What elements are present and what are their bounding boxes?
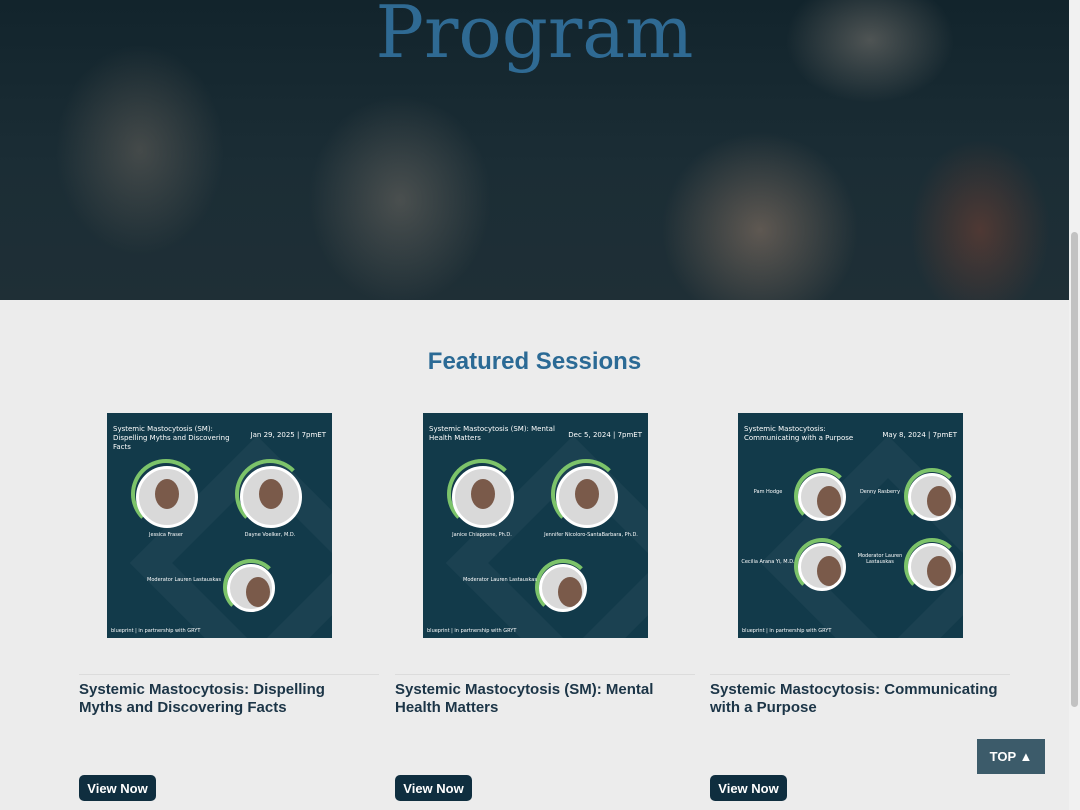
scrollbar-thumb[interactable] xyxy=(1071,232,1078,707)
session-title[interactable]: Systemic Mastocytosis: Communicating wit… xyxy=(710,681,1000,717)
session-card: Systemic Mastocytosis (SM): Mental Healt… xyxy=(395,413,695,810)
moderator-photo xyxy=(908,543,956,591)
thumbnail-footer: blueprint | in partnership with GRYT xyxy=(427,628,517,634)
session-title[interactable]: Systemic Mastocytosis (SM): Mental Healt… xyxy=(395,681,685,717)
thumbnail-title: Systemic Mastocytosis (SM): Dispelling M… xyxy=(113,425,230,451)
view-now-button[interactable]: View Now xyxy=(79,775,156,801)
speaker-photo xyxy=(908,473,956,521)
thumbnail-footer: blueprint | in partnership with GRYT xyxy=(742,628,832,634)
back-to-top-button[interactable]: TOP ▲ xyxy=(977,739,1045,774)
session-card: Systemic Mastocytosis: Communicating wit… xyxy=(710,413,1010,810)
thumbnail-title: Systemic Mastocytosis (SM): Mental Healt… xyxy=(429,425,555,442)
thumbnail-footer: blueprint | in partnership with GRYT xyxy=(111,628,201,634)
featured-sessions-heading: Featured Sessions xyxy=(427,348,642,375)
speaker-name: Jessica Fraser xyxy=(149,532,183,538)
session-thumbnail[interactable]: Systemic Mastocytosis (SM): Mental Healt… xyxy=(423,413,648,638)
divider xyxy=(79,674,379,675)
speaker-photo xyxy=(798,543,846,591)
moderator-photo xyxy=(539,564,587,612)
moderator-name: Moderator Lauren Lastauskas xyxy=(147,577,221,583)
speaker-name: Janice Chiappone, Ph.D. xyxy=(452,532,512,538)
thumbnail-title: Systemic Mastocytosis: Communicating wit… xyxy=(744,425,854,442)
session-card: Systemic Mastocytosis (SM): Dispelling M… xyxy=(79,413,379,810)
speaker-photo xyxy=(798,473,846,521)
speaker-name: Pam Hodge xyxy=(753,489,783,495)
view-now-button[interactable]: View Now xyxy=(710,775,787,801)
view-now-button[interactable]: View Now xyxy=(395,775,472,801)
speaker-name: Denny Rasberry xyxy=(859,489,901,495)
hero-banner: Program xyxy=(0,0,1069,300)
thumbnail-date: May 8, 2024 | 7pmET xyxy=(882,431,957,439)
scrollbar[interactable] xyxy=(1069,0,1080,810)
thumbnail-date: Jan 29, 2025 | 7pmET xyxy=(250,431,326,439)
session-title[interactable]: Systemic Mastocytosis: Dispelling Myths … xyxy=(79,681,369,717)
speaker-photo xyxy=(136,466,198,528)
hero-title: Program xyxy=(375,0,694,74)
divider xyxy=(395,674,695,675)
speaker-name: Dayne Voelker, M.D. xyxy=(244,532,296,538)
speaker-name: Cecilia Arana Yi, M.D. xyxy=(741,559,795,565)
speaker-name: Jennifer Nicoloro-SantaBarbara, Ph.D. xyxy=(544,532,638,538)
moderator-name: Moderator Lauren Lastauskas xyxy=(857,553,903,565)
thumbnail-date: Dec 5, 2024 | 7pmET xyxy=(568,431,642,439)
session-thumbnail[interactable]: Systemic Mastocytosis: Communicating wit… xyxy=(738,413,963,638)
session-thumbnail[interactable]: Systemic Mastocytosis (SM): Dispelling M… xyxy=(107,413,332,638)
speaker-photo xyxy=(240,466,302,528)
speaker-photo xyxy=(556,466,618,528)
moderator-photo xyxy=(227,564,275,612)
moderator-name: Moderator Lauren Lastauskas xyxy=(463,577,537,583)
divider xyxy=(710,674,1010,675)
speaker-photo xyxy=(452,466,514,528)
